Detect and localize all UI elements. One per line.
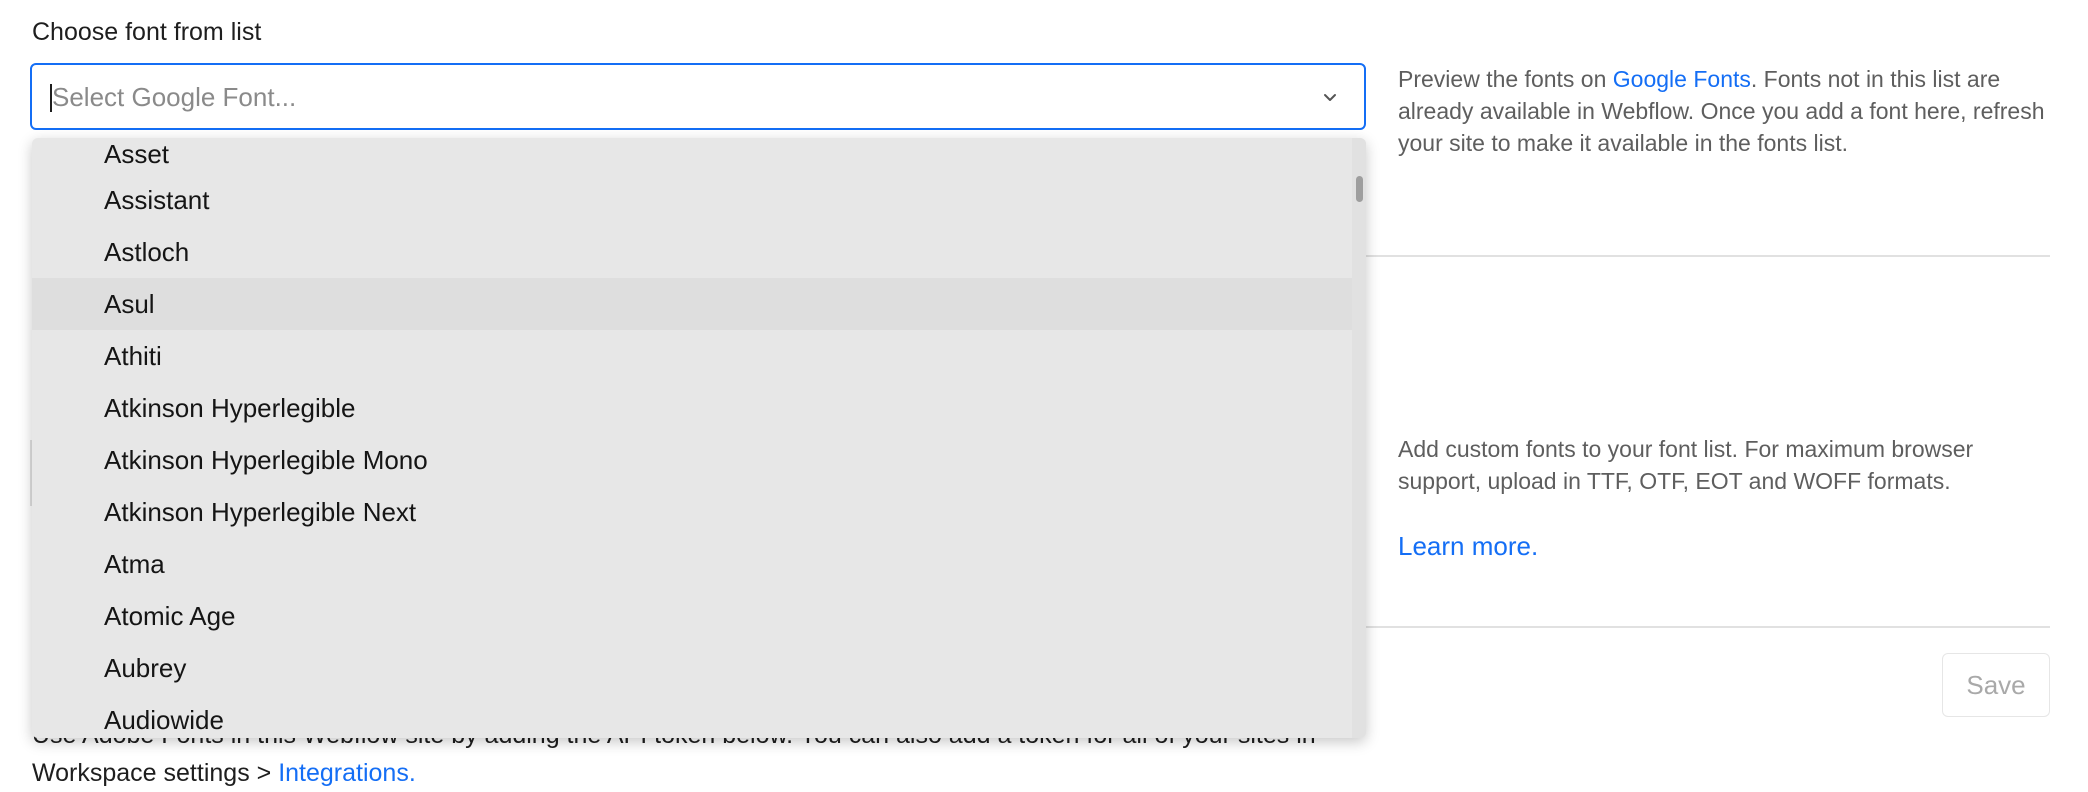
font-option[interactable]: Audiowide [32,694,1352,738]
google-font-dropdown[interactable]: Asset Assistant Astloch Asul Athiti Atkinson … [32,138,1366,738]
font-option[interactable]: Athiti [32,330,1352,382]
section-divider [1366,626,2050,628]
font-option[interactable]: Aubrey [32,642,1352,694]
font-option[interactable]: Astloch [32,226,1352,278]
font-option[interactable]: Atma [32,538,1352,590]
font-option[interactable]: Asset [32,138,1352,174]
google-fonts-link[interactable]: Google Fonts [1613,66,1751,92]
font-option[interactable]: Assistant [32,174,1352,226]
custom-fonts-help-text: Add custom fonts to your font list. For … [1398,436,1974,494]
font-option[interactable]: Atkinson Hyperlegible Next [32,486,1352,538]
section-divider [1366,255,2050,257]
google-fonts-help-text: Preview the fonts on Google Fonts. Fonts… [1398,63,2058,159]
font-options-list: Asset Assistant Astloch Asul Athiti Atkinson … [32,138,1352,738]
font-option[interactable]: Atomic Age [32,590,1352,642]
font-option[interactable]: Atkinson Hyperlegible Mono [32,434,1352,486]
font-option[interactable]: Atkinson Hyperlegible [32,382,1352,434]
google-font-select[interactable] [30,63,1366,130]
chevron-down-icon[interactable] [1320,87,1340,107]
font-picker-label: Choose font from list [32,18,262,46]
integrations-link[interactable]: Integrations. [278,759,416,787]
help-text-before: Preview the fonts on [1398,66,1613,92]
learn-more-link[interactable]: Learn more. [1398,528,1538,564]
dropdown-scroll-thumb[interactable] [1356,176,1363,202]
save-button[interactable]: Save [1942,653,2050,717]
dropdown-scrollbar[interactable] [1352,138,1366,738]
font-option[interactable]: Asul [32,278,1352,330]
google-font-search-input[interactable] [52,73,1272,121]
